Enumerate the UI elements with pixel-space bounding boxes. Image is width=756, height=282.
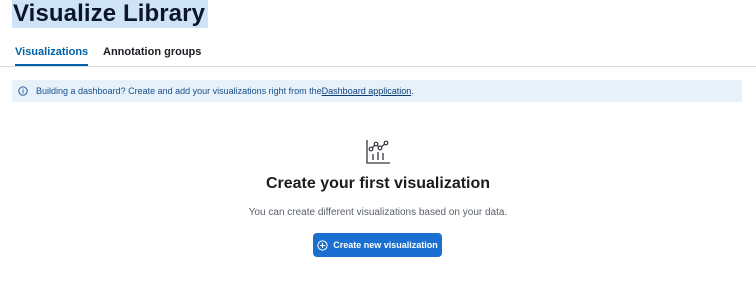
create-button-label: Create new visualization [333, 240, 438, 250]
plus-in-circle-icon [317, 239, 328, 251]
dashboard-application-link[interactable]: Dashboard application [322, 86, 412, 96]
empty-state: Create your first visualization You can … [0, 138, 756, 220]
tab-annotation-groups[interactable]: Annotation groups [103, 38, 201, 65]
info-icon [18, 86, 28, 96]
callout-text: Building a dashboard? Create and add you… [36, 86, 322, 96]
empty-state-title: Create your first visualization [265, 175, 491, 192]
tab-visualizations[interactable]: Visualizations [15, 38, 89, 66]
info-callout: Building a dashboard? Create and add you… [12, 80, 742, 102]
callout-suffix: . [411, 86, 414, 96]
page-title: Visualize Library [12, 0, 209, 28]
visualize-app-icon [365, 138, 391, 166]
empty-state-description: You can create different visualizations … [248, 207, 508, 218]
tab-bar: Visualizations Annotation groups [0, 38, 756, 67]
create-new-visualization-button[interactable]: Create new visualization [313, 233, 442, 257]
